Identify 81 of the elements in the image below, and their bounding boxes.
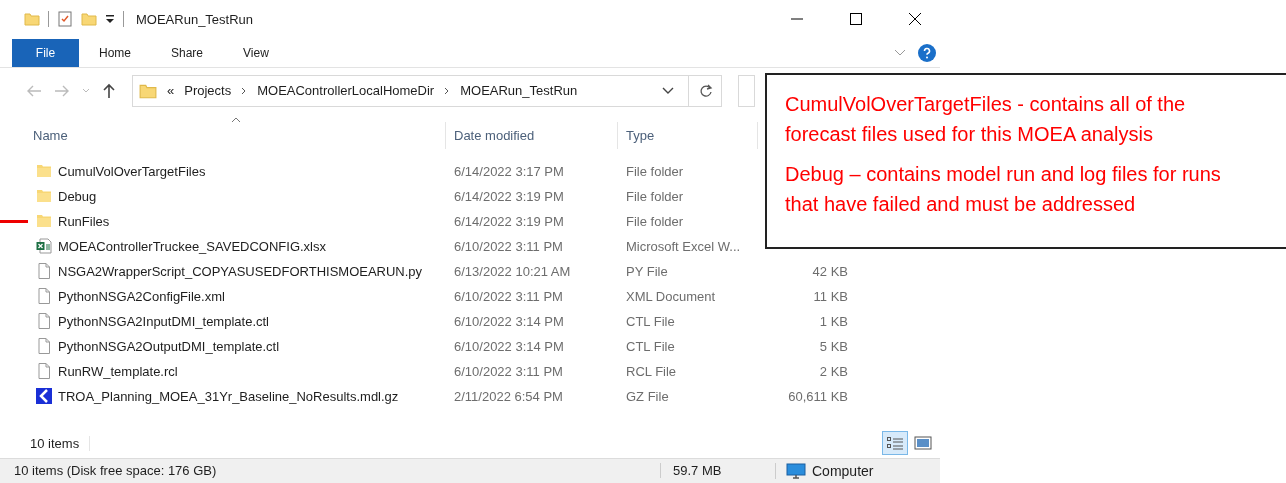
date-cell: 6/10/2022 3:11 PM (454, 363, 563, 379)
type-cell: RCL File (626, 363, 677, 379)
ribbon-tab[interactable]: File (12, 38, 79, 67)
size-cell: 2 KB (819, 363, 848, 379)
maximize-icon[interactable] (850, 13, 862, 26)
close-icon[interactable] (909, 13, 921, 26)
type-cell: PY File (626, 263, 668, 279)
file-name[interactable]: CumulVolOverTargetFiles (58, 163, 206, 179)
size-cell: 42 KB (812, 263, 848, 279)
date-cell: 6/10/2022 3:14 PM (454, 338, 564, 354)
properties-icon[interactable] (57, 11, 73, 28)
up-arrow-icon[interactable] (102, 82, 116, 99)
column-header[interactable]: Type (626, 127, 655, 143)
status-location: Computer (812, 462, 874, 479)
type-cell: File folder (626, 188, 684, 204)
ribbon-tab[interactable]: Home (79, 38, 151, 67)
date-cell: 6/14/2022 3:19 PM (454, 188, 564, 204)
file-name[interactable]: PythonNSGA2OutputDMI_template.ctl (58, 338, 280, 354)
computer-icon (786, 462, 806, 479)
size-cell: 1 KB (819, 313, 848, 329)
spreadsheet-icon (36, 238, 52, 255)
date-cell: 6/14/2022 3:17 PM (454, 163, 564, 179)
window-title: MOEARun_TestRun (136, 11, 254, 27)
size-cell: 11 KB (813, 288, 848, 304)
type-cell: File folder (626, 163, 684, 179)
date-cell: 2/11/2022 6:54 PM (454, 388, 563, 404)
date-cell: 6/14/2022 3:19 PM (454, 213, 564, 229)
app-icon (36, 388, 52, 405)
column-header[interactable]: Name (33, 127, 68, 143)
file-name[interactable]: NSGA2WrapperScript_COPYASUSEDFORTHISMOEARUN.py (58, 263, 423, 279)
folder-icon (36, 163, 52, 180)
refresh-icon[interactable] (699, 83, 713, 98)
breadcrumb[interactable]: Projects (184, 83, 232, 99)
type-cell: XML Document (626, 288, 716, 304)
search-field[interactable] (738, 74, 755, 107)
size-cell: 60,611 KB (788, 388, 848, 404)
file-name[interactable]: PythonNSGA2ConfigFile.xml (58, 288, 225, 304)
date-cell: 6/10/2022 3:11 PM (454, 288, 563, 304)
type-cell: File folder (626, 213, 684, 229)
chevron-right-icon[interactable] (241, 86, 248, 95)
ribbon-tab[interactable]: Share (151, 38, 224, 67)
type-cell: Microsoft Excel W... (626, 238, 741, 254)
status-text: 10 items (Disk free space: 176 GB) (13, 463, 218, 479)
details-view-icon (886, 435, 904, 452)
dropdown-icon[interactable] (105, 13, 115, 26)
document-icon (36, 363, 52, 380)
chevron-right-icon[interactable] (444, 86, 451, 95)
size-cell: 5 KB (819, 338, 848, 354)
document-icon (36, 288, 52, 305)
address-bar[interactable]: « Projects MOEAControllerLocalHomeDir MOEARun_TestRun (132, 74, 722, 107)
help-icon[interactable] (918, 43, 936, 62)
chevron-down-icon[interactable] (662, 86, 674, 95)
document-icon (36, 263, 52, 280)
document-icon (36, 313, 52, 330)
file-name[interactable]: RunRW_template.rcl (58, 363, 178, 379)
date-cell: 6/10/2022 3:14 PM (454, 313, 564, 329)
folder-icon (36, 188, 52, 205)
item-count: 10 items (20, 435, 91, 451)
folder-icon (36, 213, 52, 230)
ribbon-tab[interactable]: View (223, 38, 289, 67)
breadcrumb[interactable]: MOEAControllerLocalHomeDir (257, 83, 435, 99)
type-cell: CTL File (626, 338, 675, 354)
details-view-button[interactable] (882, 431, 908, 456)
file-name[interactable]: Debug (58, 188, 97, 204)
tiles-view-icon (914, 436, 932, 451)
breadcrumb[interactable]: MOEARun_TestRun (460, 83, 578, 99)
overflow-chevron[interactable]: « (167, 83, 175, 99)
callout-text: Debug – contains model run and log files for runs that have failed and must be addressed (785, 162, 1222, 217)
date-cell: 6/13/2022 10:21 AM (454, 263, 571, 279)
file-name[interactable]: TROA_Planning_MOEA_31Yr_Baseline_NoResults.mdl.gz (58, 388, 399, 404)
status-size: 59.7 MB (660, 463, 775, 479)
callout-text: CumulVolOverTargetFiles - contains all of the forecast files used for this MOEA analysis (785, 92, 1187, 147)
date-cell: 6/10/2022 3:11 PM (454, 238, 563, 254)
file-name[interactable]: RunFiles (58, 213, 110, 229)
file-name[interactable]: PythonNSGA2InputDMI_template.ctl (58, 313, 269, 329)
type-cell: CTL File (626, 313, 675, 329)
document-icon (36, 338, 52, 355)
column-header[interactable]: Date modified (454, 127, 535, 143)
type-cell: GZ File (626, 388, 669, 404)
sort-caret-icon (231, 116, 241, 123)
file-name[interactable]: MOEAControllerTruckee_SAVEDCONFIG.xlsx (58, 238, 326, 254)
